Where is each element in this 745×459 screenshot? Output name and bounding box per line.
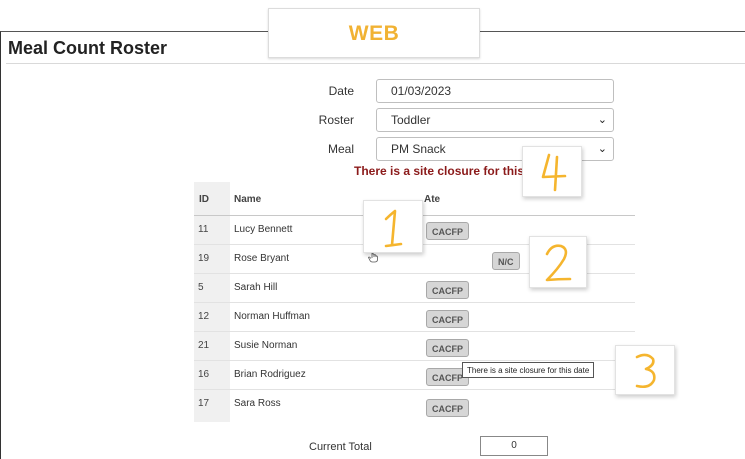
roster-value: Toddler [391, 113, 431, 127]
row-id: 5 [198, 282, 204, 293]
row-id: 11 [198, 224, 209, 235]
annotation-note-3 [615, 345, 675, 395]
row-id: 12 [198, 311, 210, 322]
cacfp-button[interactable]: CACFP [426, 339, 469, 357]
id-column-header: ID [199, 194, 209, 205]
row-id: 21 [198, 340, 210, 351]
date-label: Date [328, 84, 354, 98]
row-name: Rose Bryant [234, 253, 290, 264]
meal-label: Meal [327, 142, 354, 156]
roster-label: Roster [318, 113, 354, 127]
table-row: 21 Susie Norman CACFP [194, 332, 635, 361]
web-tab-label: WEB [268, 8, 480, 58]
row-name: Brian Rodriguez [234, 369, 306, 380]
page-title: Meal Count Roster [8, 38, 168, 58]
annotation-note-1 [363, 200, 423, 253]
row-id: 19 [198, 253, 210, 264]
current-total-value: 0 [511, 440, 517, 451]
meal-value: PM Snack [391, 142, 446, 156]
row-name: Susie Norman [234, 340, 298, 351]
table-row: 12 Norman Huffman CACFP [194, 303, 635, 332]
cacfp-button[interactable]: CACFP [426, 281, 469, 299]
nc-button[interactable]: N/C [492, 252, 520, 270]
name-column-header: Name [234, 194, 262, 205]
current-total-field: 0 [480, 436, 548, 456]
row-id: 17 [198, 398, 210, 409]
table-row: 17 Sara Ross CACFP [194, 390, 635, 419]
row-name: Sara Ross [234, 398, 281, 409]
roster-select[interactable]: Toddler ⌄ [376, 108, 614, 132]
annotation-note-4 [522, 146, 582, 197]
ate-column-header: Ate [424, 194, 441, 205]
title-divider [6, 63, 745, 64]
row-id: 16 [198, 369, 210, 380]
annotation-note-2 [529, 236, 587, 288]
site-closure-tooltip: There is a site closure for this date [462, 362, 595, 378]
date-field[interactable]: 01/03/2023 [376, 79, 614, 103]
row-name: Sarah Hill [234, 282, 278, 293]
cacfp-button[interactable]: CACFP [426, 399, 469, 417]
row-name: Lucy Bennett [234, 224, 293, 235]
cacfp-button[interactable]: CACFP [426, 222, 469, 240]
date-value: 01/03/2023 [391, 84, 452, 98]
cacfp-button[interactable]: CACFP [426, 310, 469, 328]
row-name: Norman Huffman [234, 311, 310, 322]
current-total-label: Current Total [309, 441, 372, 453]
chevron-down-icon: ⌄ [597, 143, 607, 155]
chevron-down-icon: ⌄ [597, 114, 607, 126]
